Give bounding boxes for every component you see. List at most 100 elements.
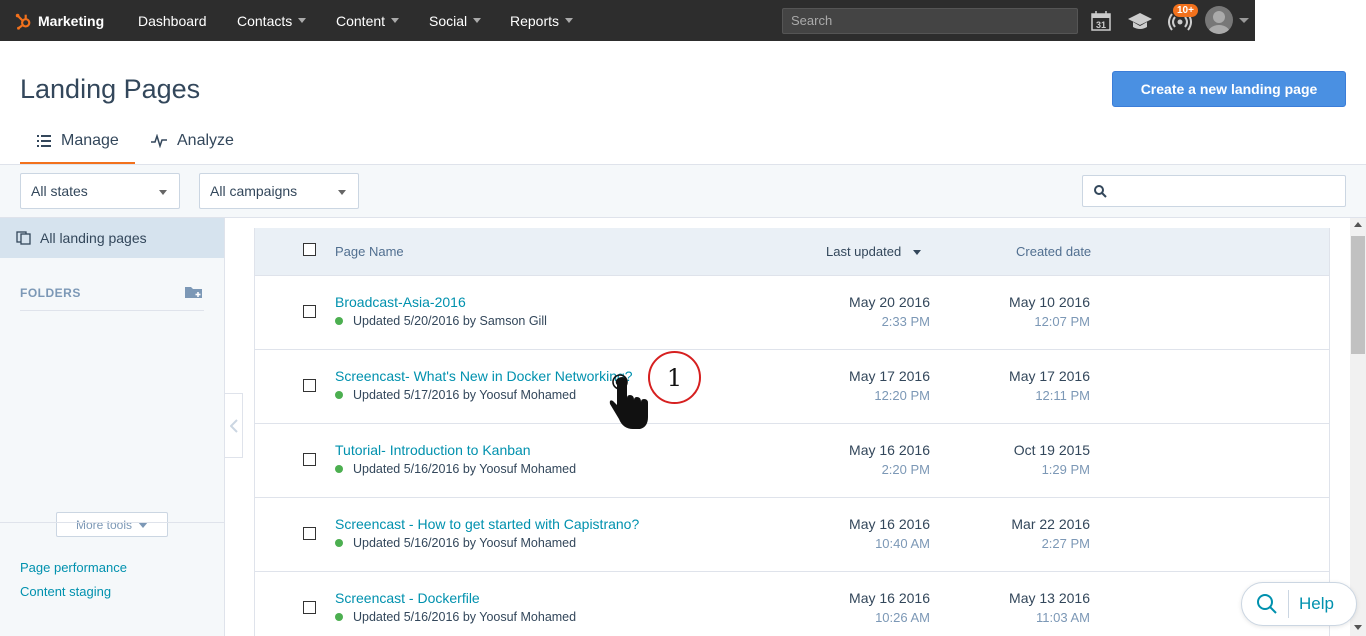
created-date: May 13 2016 [1009, 590, 1090, 606]
last-updated-time: 2:20 PM [881, 462, 930, 477]
column-header-last-updated[interactable]: Last updated [826, 244, 921, 259]
brand[interactable]: Marketing [14, 0, 104, 41]
brand-label: Marketing [38, 12, 105, 29]
created-date: Oct 19 2015 [1013, 442, 1090, 458]
update-info: Updated 5/16/2016 by Yoosuf Mohamed [353, 536, 577, 550]
scrollbar-thumb[interactable] [1351, 236, 1365, 354]
row-checkbox[interactable] [303, 601, 316, 614]
created-time: 12:11 PM [1035, 388, 1090, 403]
published-status-icon [335, 465, 343, 473]
row-checkbox[interactable] [303, 305, 316, 318]
page-name-link[interactable]: Screencast - How to get started with Cap… [335, 516, 639, 532]
last-updated-time: 12:20 PM [874, 388, 930, 403]
page-name-link[interactable]: Broadcast-Asia-2016 [335, 294, 466, 310]
page-name-link[interactable]: Screencast- What's New in Docker Network… [335, 368, 633, 384]
calendar-icon[interactable]: 31 [1088, 8, 1114, 34]
page-name-link[interactable]: Screencast - Dockerfile [335, 590, 480, 606]
chevron-left-icon [229, 418, 238, 433]
table-row: Screencast - Dockerfile Updated 5/16/201… [255, 572, 1329, 636]
global-search-placeholder: Search [791, 13, 833, 28]
state-filter-select[interactable]: All states [20, 173, 180, 209]
activity-chart-icon [151, 134, 167, 148]
last-updated-date: May 16 2016 [849, 442, 930, 458]
divider [20, 310, 204, 311]
global-search-input[interactable]: Search [782, 8, 1078, 34]
calendar-icon-graphic: 31 [1091, 11, 1111, 31]
create-landing-page-button[interactable]: Create a new landing page [1112, 71, 1346, 107]
created-date: Mar 22 2016 [1011, 516, 1090, 532]
row-checkbox[interactable] [303, 453, 316, 466]
scroll-up-icon[interactable] [1350, 218, 1366, 232]
nav-dashboard[interactable]: Dashboard [138, 0, 207, 41]
update-info: Updated 5/16/2016 by Yoosuf Mohamed [353, 462, 577, 476]
scroll-down-icon[interactable] [1350, 620, 1366, 634]
last-updated-date: May 20 2016 [849, 294, 930, 310]
top-navigation: Marketing Dashboard Contacts Content Soc… [0, 0, 1366, 41]
chevron-down-icon[interactable] [1239, 18, 1249, 23]
chevron-down-icon [473, 18, 482, 23]
avatar[interactable] [1205, 6, 1233, 34]
nav-contacts[interactable]: Contacts [237, 0, 307, 41]
hand-cursor-icon [609, 374, 648, 429]
collapse-sidebar-button[interactable] [225, 393, 243, 458]
last-updated-time: 2:33 PM [881, 314, 930, 329]
update-info: Updated 5/20/2016 by Samson Gill [353, 314, 547, 328]
search-icon [1094, 185, 1107, 198]
page-performance-link[interactable]: Page performance [20, 560, 127, 575]
academy-icon[interactable] [1127, 8, 1153, 34]
nav-reports[interactable]: Reports [510, 0, 574, 41]
tab-analyze[interactable]: Analyze [151, 122, 234, 165]
help-label: Help [1299, 594, 1334, 613]
created-time: 2:27 PM [1041, 536, 1090, 551]
last-updated-date: May 17 2016 [849, 368, 930, 384]
update-info: Updated 5/17/2016 by Yoosuf Mohamed [353, 388, 577, 402]
published-status-icon [335, 317, 343, 325]
chevron-down-icon [159, 190, 167, 195]
list-icon [37, 135, 51, 147]
nav-dashboard-label: Dashboard [138, 12, 207, 29]
created-time: 1:29 PM [1041, 462, 1090, 477]
table-search-input[interactable] [1082, 175, 1346, 207]
tab-analyze-label: Analyze [177, 132, 234, 149]
nav-social[interactable]: Social [429, 0, 482, 41]
add-folder-icon[interactable] [184, 284, 204, 300]
select-all-checkbox[interactable] [303, 243, 316, 256]
graduation-cap-icon [1128, 13, 1152, 29]
notifications-badge: 10+ [1173, 4, 1198, 17]
page-name-link[interactable]: Tutorial- Introduction to Kanban [335, 442, 531, 458]
folders-heading: FOLDERS [20, 286, 81, 300]
tab-manage[interactable]: Manage [20, 122, 135, 165]
chevron-down-icon [391, 18, 400, 23]
landing-pages-table: Page Name Last updated Created date Broa… [254, 228, 1330, 636]
sidebar-item-all-landing-pages[interactable]: All landing pages [0, 218, 224, 258]
column-header-last-updated-label: Last updated [826, 244, 902, 259]
step-marker: 1 [648, 351, 701, 404]
chevron-down-icon [298, 18, 307, 23]
column-header-created-date[interactable]: Created date [1016, 244, 1091, 259]
pages-icon [16, 231, 31, 245]
tab-manage-label: Manage [61, 132, 119, 149]
campaign-filter-value: All campaigns [210, 183, 298, 199]
user-avatar-icon [1208, 11, 1230, 34]
last-updated-date: May 16 2016 [849, 590, 930, 606]
more-tools-label: More tools [75, 517, 133, 532]
created-time: 11:03 AM [1036, 610, 1090, 625]
table-row: Tutorial- Introduction to Kanban Updated… [255, 424, 1329, 498]
table-row: Screencast- What's New in Docker Network… [255, 350, 1329, 424]
update-info: Updated 5/16/2016 by Yoosuf Mohamed [353, 610, 577, 624]
nav-content[interactable]: Content [336, 0, 400, 41]
content-staging-link[interactable]: Content staging [20, 584, 111, 599]
help-button[interactable]: Help [1241, 582, 1357, 626]
row-checkbox[interactable] [303, 379, 316, 392]
last-updated-time: 10:26 AM [875, 610, 930, 625]
more-tools-button[interactable]: More tools [56, 512, 168, 537]
campaign-filter-select[interactable]: All campaigns [199, 173, 359, 209]
published-status-icon [335, 613, 343, 621]
created-date: May 10 2016 [1009, 294, 1090, 310]
page-title: Landing Pages [20, 74, 201, 104]
last-updated-time: 10:40 AM [875, 536, 930, 551]
published-status-icon [335, 391, 343, 399]
column-header-page-name[interactable]: Page Name [335, 244, 404, 259]
row-checkbox[interactable] [303, 527, 316, 540]
table-row: Screencast - How to get started with Cap… [255, 498, 1329, 572]
